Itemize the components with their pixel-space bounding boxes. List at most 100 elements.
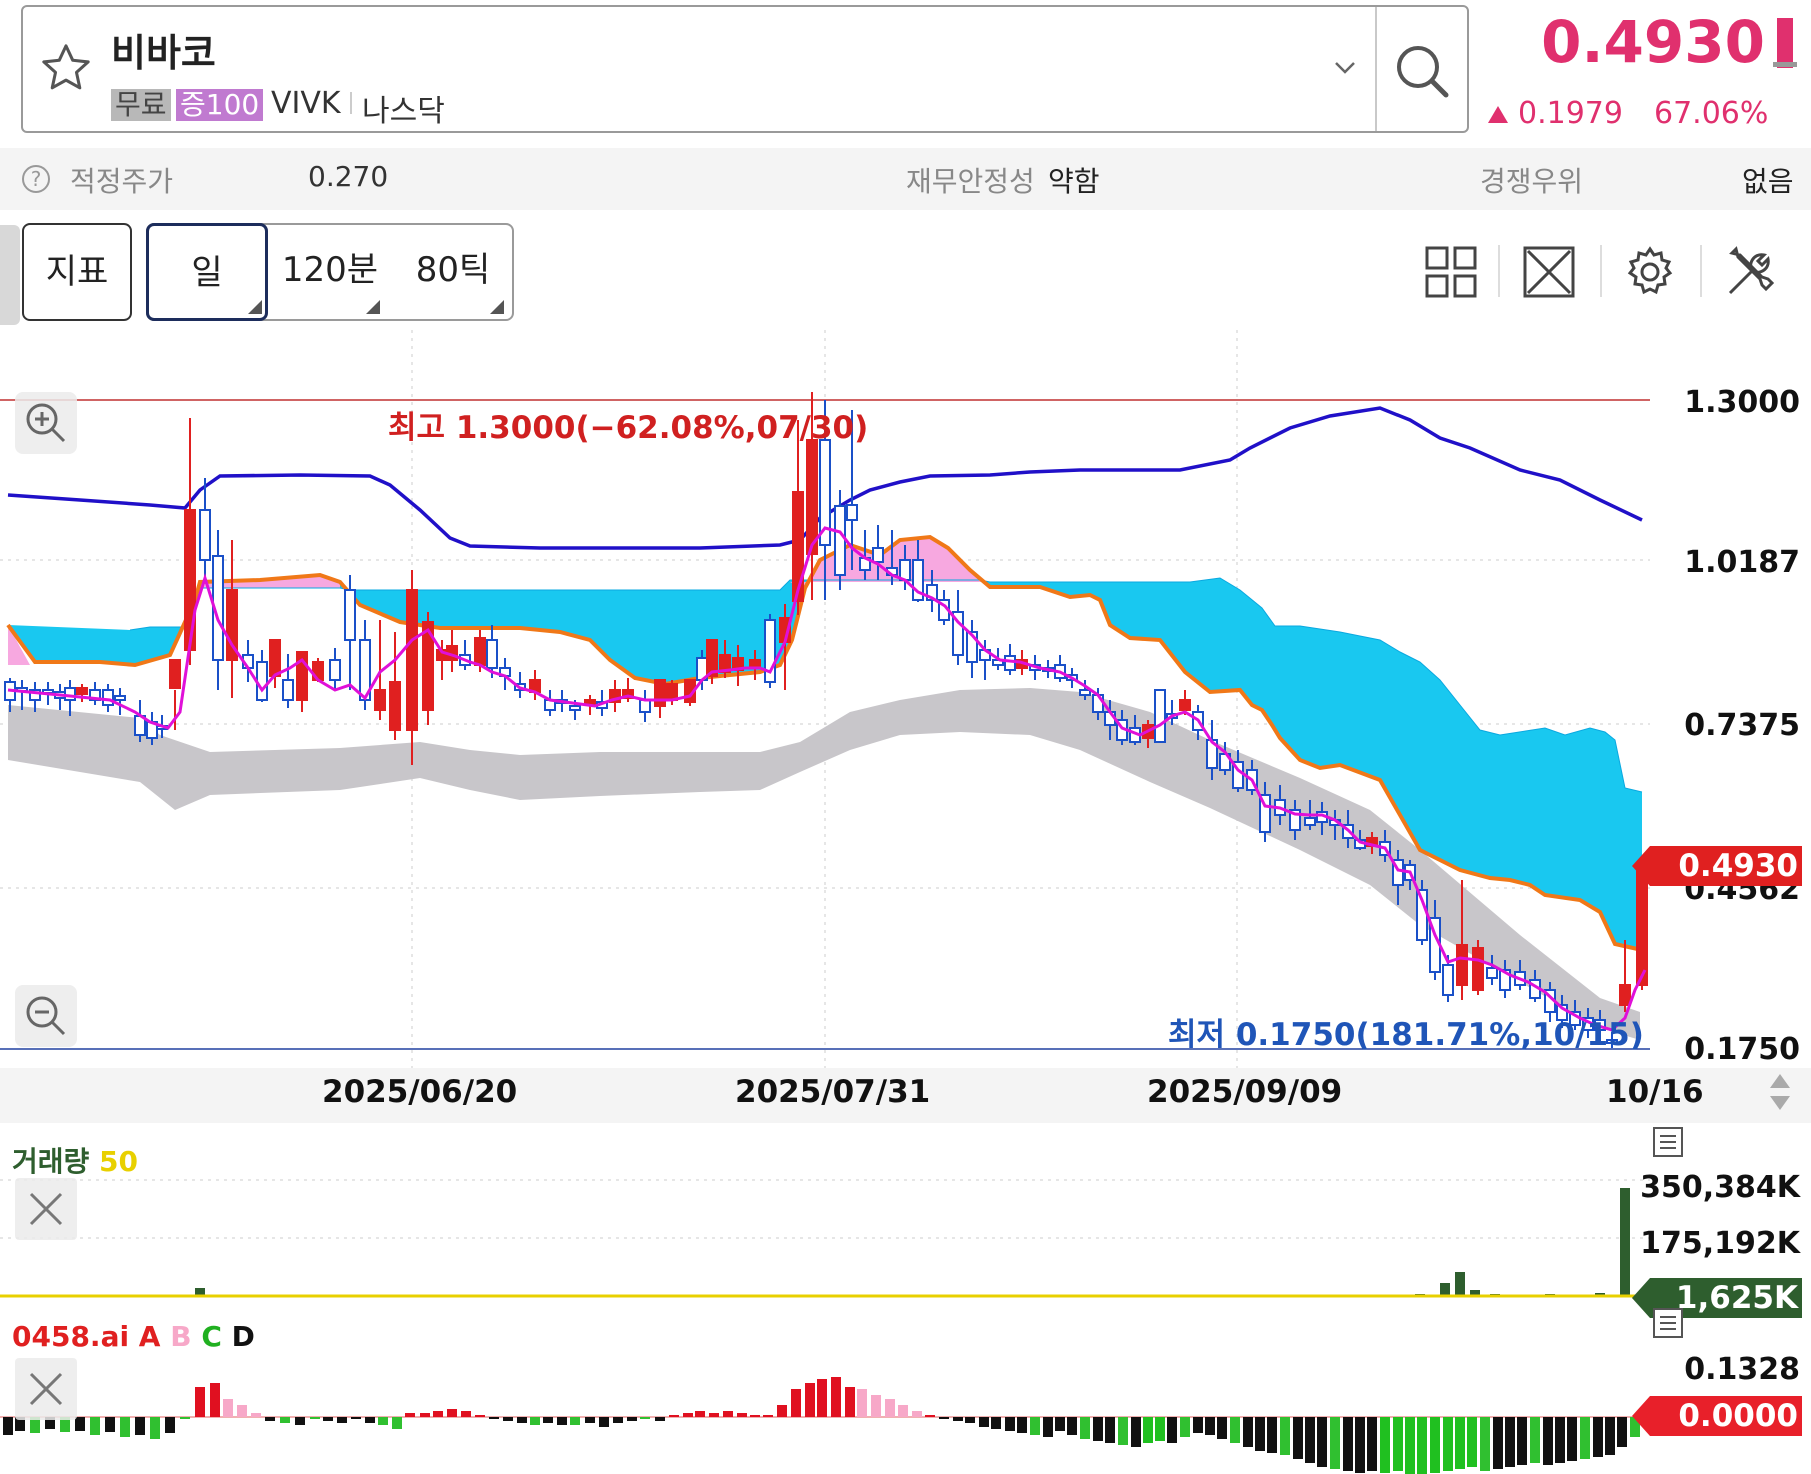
ai-bar — [1243, 1417, 1253, 1447]
candle — [329, 659, 341, 681]
price-change: 0.1979 — [1518, 96, 1623, 131]
ai-bar — [530, 1417, 540, 1425]
candle — [846, 504, 858, 521]
competition-label: 경쟁우위 — [1480, 165, 1584, 198]
ai-bar — [1393, 1417, 1403, 1471]
ai-bar — [885, 1399, 895, 1417]
side-drawer-handle[interactable] — [0, 225, 20, 325]
close-icon[interactable] — [15, 1178, 77, 1240]
y-tick-label: 0.1750 — [1684, 1032, 1800, 1067]
ai-bar — [965, 1417, 975, 1423]
ai-bar — [351, 1417, 361, 1419]
zoom-out-icon[interactable] — [15, 985, 77, 1047]
ai-bar — [599, 1417, 609, 1427]
volume-y-tick: 350,384K — [1640, 1170, 1800, 1205]
candle — [834, 505, 846, 576]
candle — [1442, 964, 1454, 996]
ai-bar — [90, 1417, 100, 1435]
zoom-in-icon[interactable] — [15, 392, 77, 454]
ai-label-a: A — [129, 1320, 161, 1353]
ai-bar — [3, 1417, 13, 1435]
price-chart[interactable] — [0, 330, 1811, 1070]
ai-bar — [1230, 1417, 1240, 1443]
ai-bar — [1205, 1417, 1215, 1435]
fullscreen-icon[interactable] — [1522, 245, 1576, 299]
volume-chart[interactable] — [0, 1124, 1811, 1300]
candle — [102, 689, 114, 706]
ai-bar — [420, 1413, 430, 1417]
ai-bar — [655, 1417, 665, 1421]
current-price: 0.4930 — [1541, 8, 1765, 76]
help-icon[interactable]: ? — [22, 165, 50, 193]
stock-name: 비바코 — [111, 31, 216, 75]
ai-bar — [1430, 1417, 1440, 1473]
ai-bar — [979, 1417, 989, 1427]
indicator-button[interactable]: 지표 — [22, 223, 132, 321]
divider — [1600, 245, 1602, 297]
menu-icon[interactable] — [1653, 1127, 1683, 1157]
ai-bar — [777, 1405, 787, 1417]
search-icon[interactable] — [1378, 7, 1467, 131]
exchange-name: 나스닥 — [362, 94, 445, 129]
gear-icon[interactable] — [1623, 245, 1677, 299]
up-arrow-icon — [1488, 106, 1508, 123]
candle — [256, 661, 268, 701]
volume-ma: 50 — [99, 1145, 138, 1178]
close-icon[interactable] — [15, 1358, 77, 1420]
chevron-down-icon[interactable] — [1330, 55, 1360, 79]
candle — [199, 509, 211, 561]
layout-grid-icon[interactable] — [1424, 245, 1478, 299]
ai-bar — [1118, 1417, 1128, 1445]
volume-bar — [1620, 1188, 1630, 1297]
competition-value: 없음 — [1742, 165, 1794, 198]
ai-bar — [1530, 1417, 1540, 1463]
x-tick-label: 10/16 — [1606, 1074, 1704, 1110]
candle — [474, 637, 486, 666]
ai-bar — [817, 1379, 827, 1417]
ai-bar — [237, 1405, 247, 1417]
ai-bar — [925, 1415, 935, 1417]
y-tick-label: 1.3000 — [1684, 385, 1800, 420]
ai-bar — [1417, 1417, 1427, 1474]
ai-bar — [1517, 1417, 1527, 1465]
ai-bar — [1030, 1417, 1040, 1435]
ai-bar — [1280, 1417, 1290, 1455]
menu-icon[interactable] — [1653, 1308, 1683, 1338]
ai-bar — [750, 1415, 760, 1417]
candle — [1472, 947, 1484, 991]
ai-bar — [1443, 1417, 1453, 1471]
ai-bar — [939, 1417, 949, 1419]
ai-bar — [1305, 1417, 1315, 1463]
divider — [1700, 245, 1702, 297]
candle — [899, 559, 911, 581]
ai-bar — [585, 1417, 595, 1423]
volume-y-tick: 175,192K — [1640, 1226, 1800, 1261]
ai-bar — [150, 1417, 160, 1439]
ai-bar — [365, 1417, 375, 1423]
ai-bar — [1355, 1417, 1365, 1473]
ai-bar — [1193, 1417, 1203, 1433]
candle — [406, 589, 418, 731]
ai-indicator-chart[interactable] — [0, 1300, 1811, 1474]
y-axis-area — [1650, 330, 1811, 1068]
corner-marker — [490, 300, 504, 314]
candle — [872, 547, 884, 563]
ai-bar — [613, 1417, 623, 1423]
ai-bar — [165, 1417, 175, 1433]
y-tick-label: 1.0187 — [1684, 545, 1800, 580]
ai-bar — [517, 1417, 527, 1423]
ai-bar — [695, 1411, 705, 1417]
ai-bar — [105, 1417, 115, 1432]
ai-bar — [1467, 1417, 1477, 1467]
candle — [1456, 944, 1468, 986]
volume-title: 거래량 50 — [12, 1140, 138, 1180]
candle — [486, 639, 498, 669]
candle — [654, 679, 666, 707]
candle — [389, 681, 401, 731]
star-icon[interactable] — [38, 40, 94, 96]
stability-label: 재무안정성 — [906, 165, 1035, 198]
scroll-arrows-icon[interactable] — [1765, 1070, 1795, 1114]
ai-bar — [295, 1417, 305, 1425]
tools-icon[interactable] — [1724, 245, 1778, 299]
volume-title-text: 거래량 — [12, 1145, 90, 1178]
